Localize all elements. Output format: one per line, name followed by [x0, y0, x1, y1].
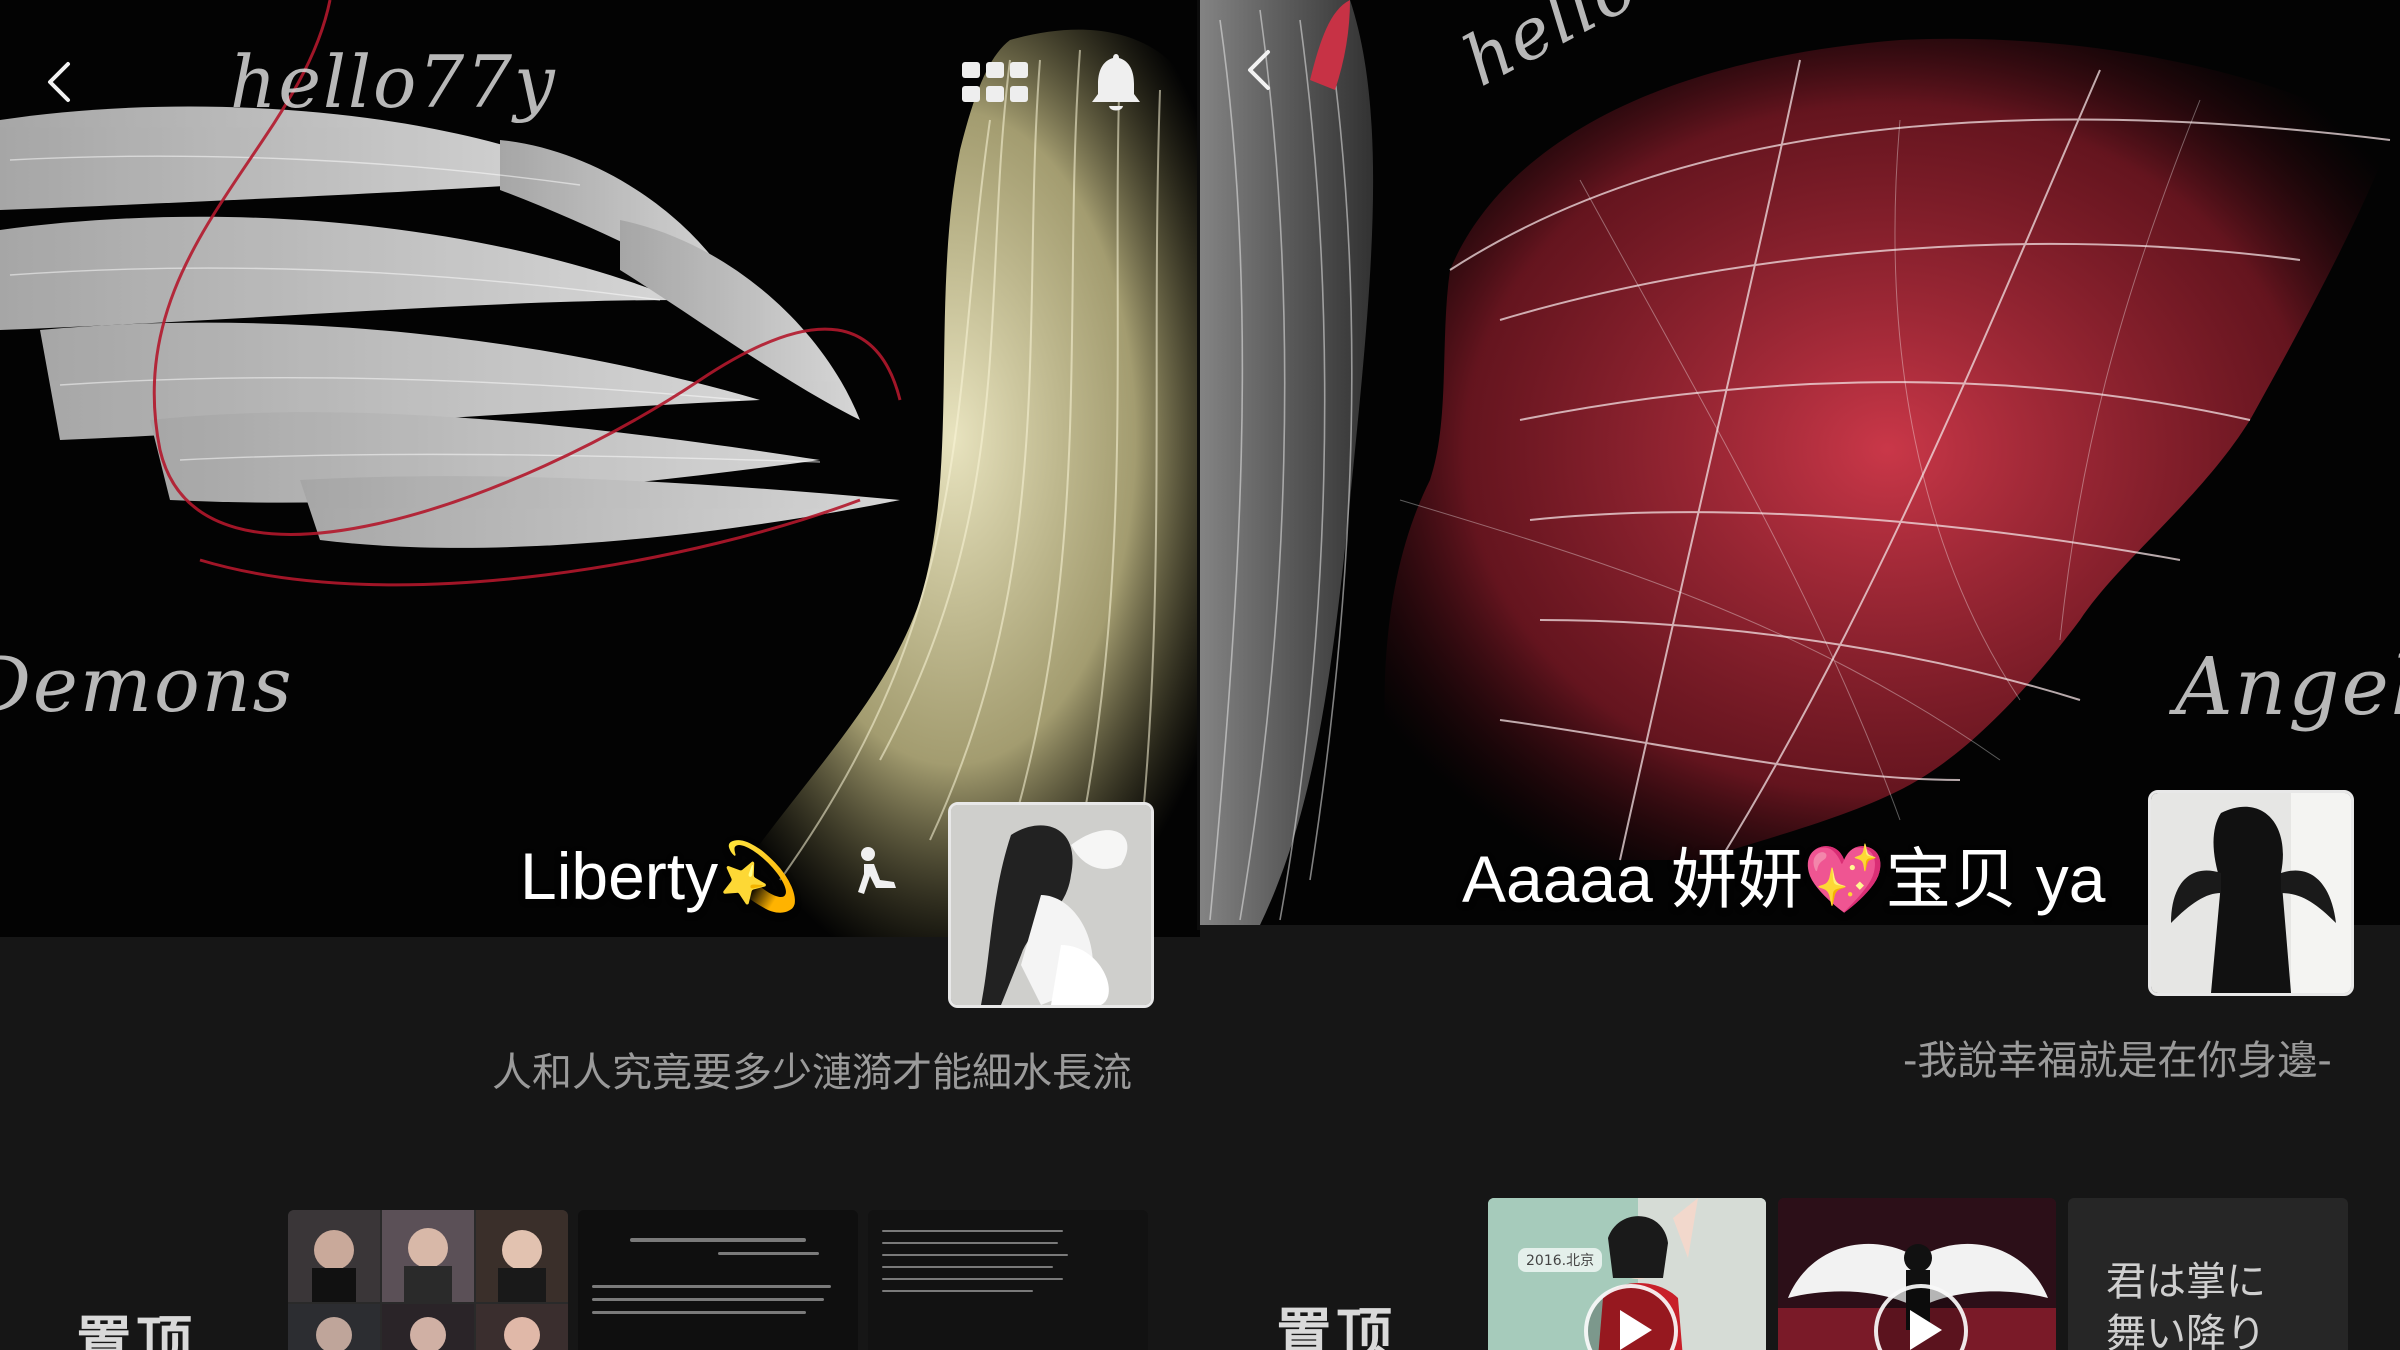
pinned-post-thumbnail[interactable]: 君は掌に 舞い降り: [2068, 1198, 2348, 1350]
profile-cover-image: hello77y Demons: [0, 0, 1200, 937]
profile-bio: -我說幸福就是在你身邊-: [1903, 1038, 2332, 1084]
profile-name-text: 宝贝 ya: [1885, 842, 2106, 916]
cover-script-text: Demons: [0, 640, 294, 729]
profile-bio: 人和人究竟要多少漣漪才能細水長流: [492, 1050, 1132, 1096]
profile-name-text: Aaaaa 妍妍: [1462, 842, 1804, 916]
bell-icon[interactable]: [1088, 50, 1144, 114]
cover-script-text: hello77y: [230, 40, 557, 124]
cover-script-text: Angel: [2175, 640, 2400, 733]
pinned-video-thumbnail[interactable]: 2016.北京: [1488, 1198, 1766, 1350]
left-profile-panel: hello77y Demons Liberty💫 人和人究竟要多少漣漪才能細水長…: [0, 0, 1200, 1350]
profile-name-text: Liberty: [520, 839, 719, 913]
pinned-post-thumbnail[interactable]: [288, 1210, 568, 1350]
thumbnail-text: 君は掌に 舞い降り: [2106, 1259, 2266, 1350]
pinned-post-thumbnail[interactable]: [868, 1210, 1148, 1350]
back-icon[interactable]: [30, 52, 90, 112]
pinned-video-thumbnail[interactable]: [1778, 1198, 2056, 1350]
back-icon[interactable]: [1230, 40, 1290, 100]
pinned-section-label: 置顶: [76, 1311, 196, 1350]
demon-wing-artwork: [1200, 0, 2391, 925]
profile-cover-image: hello77y Angel: [1200, 0, 2400, 925]
video-badge: 2016.北京: [1518, 1248, 1603, 1272]
pinned-section-label: 置顶: [1276, 1303, 1396, 1350]
right-profile-panel: hello77y Angel Aaaaa 妍妍💖宝贝 ya -我說幸福就是在你身…: [1200, 0, 2400, 1350]
profile-name: Aaaaa 妍妍💖宝贝 ya: [1462, 826, 2105, 922]
profile-avatar[interactable]: [2148, 790, 2354, 996]
grid-menu-icon[interactable]: [962, 62, 1028, 106]
profile-name: Liberty💫: [520, 838, 800, 916]
sparkling-heart-emoji-icon: 💖: [1803, 842, 1886, 916]
dizzy-emoji-icon: 💫: [718, 839, 801, 913]
female-sitting-icon: [842, 842, 906, 906]
pinned-post-thumbnail[interactable]: [578, 1210, 858, 1350]
angel-wing-artwork: [0, 0, 1200, 937]
profile-avatar[interactable]: [948, 802, 1154, 1008]
